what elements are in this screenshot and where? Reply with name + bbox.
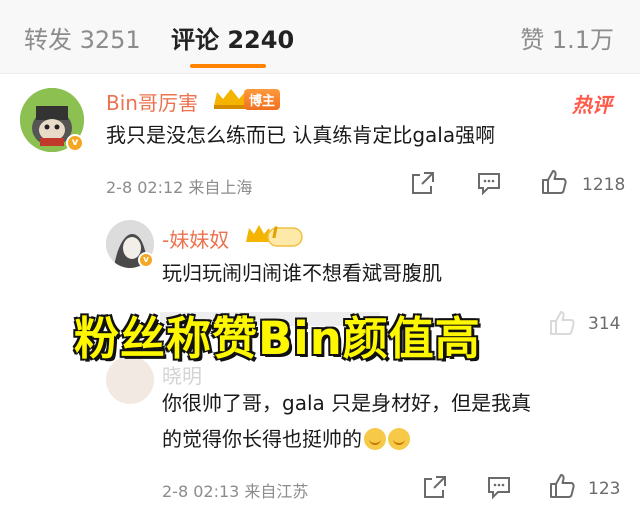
vip-level: I	[272, 223, 278, 242]
tab-comment[interactable]: 评论 2240	[171, 20, 294, 55]
emoji-icon	[388, 428, 410, 450]
like-count: 314	[588, 314, 621, 334]
share-icon[interactable]	[410, 170, 436, 200]
tab-repost[interactable]: 转发 3251	[24, 20, 141, 55]
overlay-caption: 粉丝称赞Bin颜值高	[73, 311, 481, 366]
tab-like[interactable]: 赞 1.1万	[520, 20, 614, 55]
like-count: 123	[588, 479, 621, 499]
comment-meta: 2-8 02:12 来自上海	[106, 178, 253, 197]
comment-text-line: 的觉得你长得也挺帅的	[162, 420, 410, 458]
avatar[interactable]: v	[106, 220, 154, 268]
share-icon[interactable]	[422, 474, 448, 504]
active-tab-indicator	[190, 64, 266, 68]
comment-username[interactable]: Bin哥厉害	[106, 87, 198, 116]
like-count: 1218	[582, 175, 626, 195]
like-icon[interactable]	[540, 168, 568, 198]
hot-comment-badge: 热评	[572, 93, 612, 117]
comment-username[interactable]: -妹妹奴	[162, 224, 229, 253]
emoji-icon	[364, 428, 386, 450]
comment-meta: 2-8 02:13 来自江苏	[162, 482, 309, 501]
like-icon[interactable]	[548, 472, 576, 502]
comment-text: 玩归玩闹归闹谁不想看斌哥腹肌	[162, 261, 442, 285]
host-tag: 博主	[244, 89, 281, 110]
verified-icon: v	[66, 134, 84, 152]
reply-icon[interactable]	[486, 474, 512, 504]
verified-icon: v	[138, 252, 154, 268]
comment-text-line: 你很帅了哥，gala 只是身材好，但是我真	[162, 391, 532, 415]
avatar[interactable]: v	[20, 88, 84, 152]
reply-icon[interactable]	[476, 170, 502, 200]
comment-text: 我只是没怎么练而已 认真练肯定比gala强啊	[106, 123, 496, 147]
comment-tabs-bar: 转发 3251 评论 2240 赞 1.1万	[0, 0, 640, 74]
like-icon[interactable]	[548, 309, 576, 339]
